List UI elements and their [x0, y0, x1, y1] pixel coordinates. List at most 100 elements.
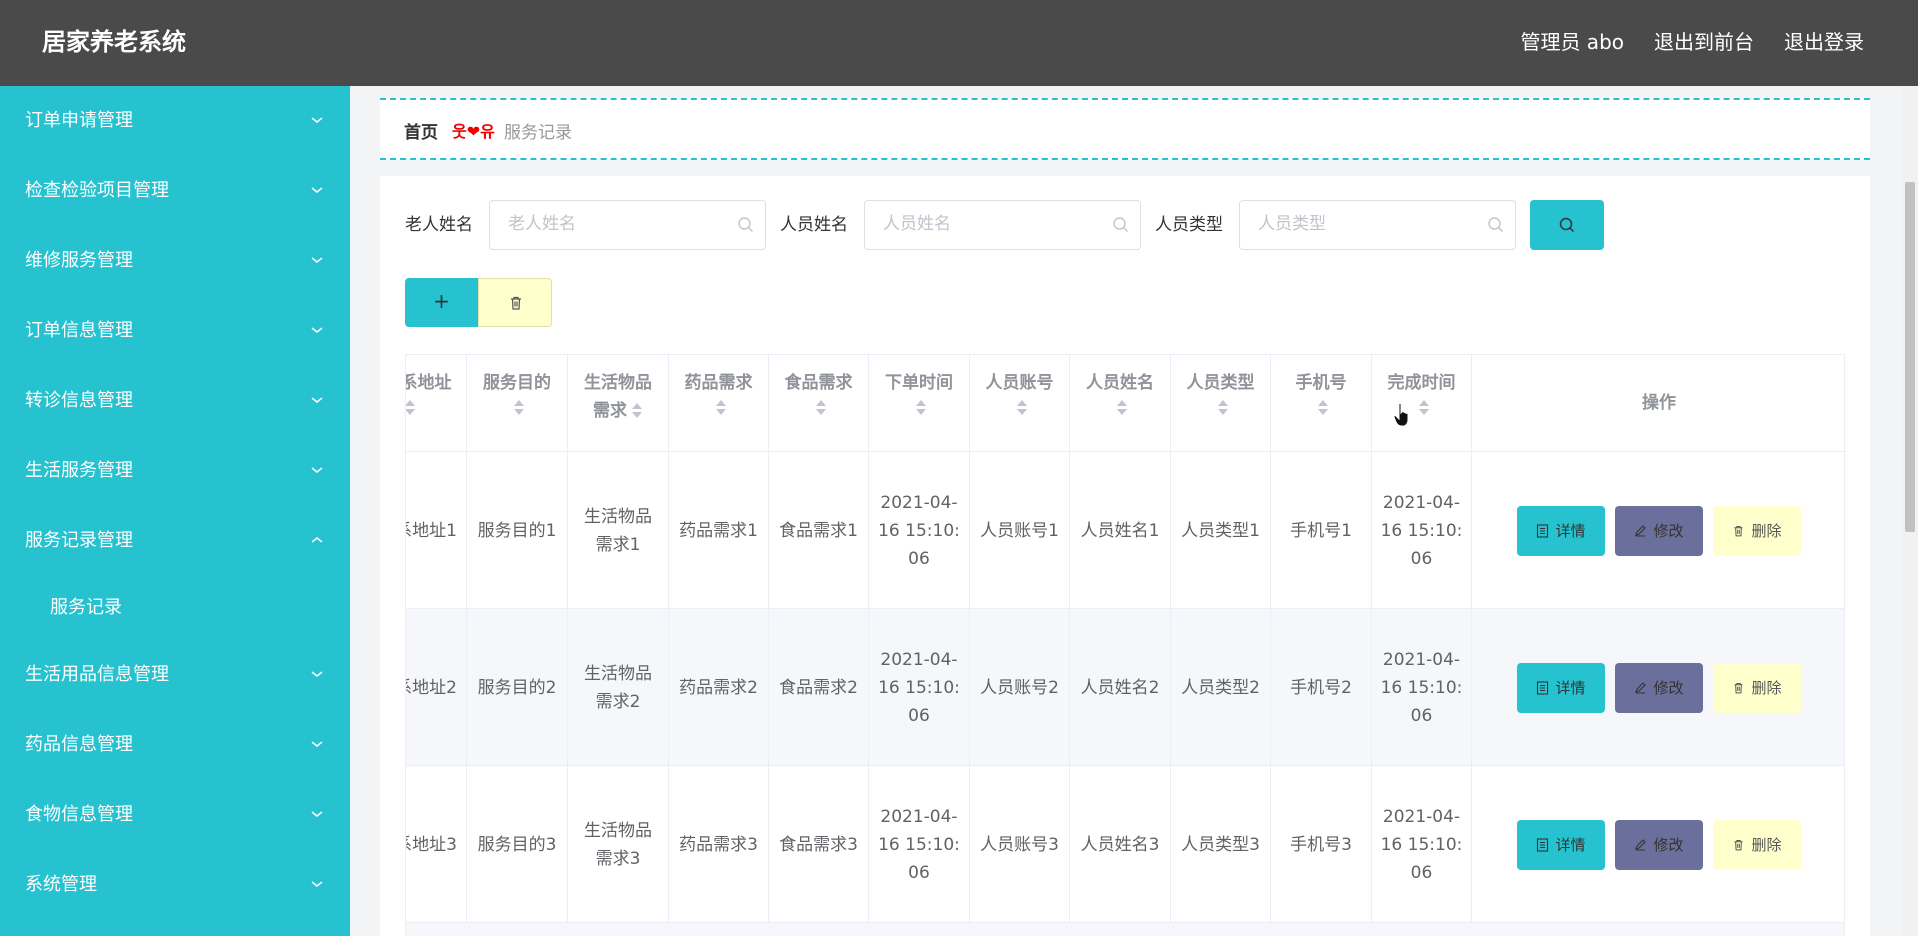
edit-button[interactable]: 修改: [1615, 662, 1703, 713]
table-header: 系地址 服务目的 生活物品 需求 药品需求 食品需求 下单时间 人员账号 人员姓…: [406, 355, 1844, 452]
sidebar-item-system[interactable]: 系统管理: [0, 850, 350, 920]
sort-icon[interactable]: [1317, 399, 1329, 417]
search-icon: [1112, 216, 1130, 238]
chevron-down-icon: [310, 255, 324, 265]
sidebar-item-order-info[interactable]: 订单信息管理: [0, 296, 350, 366]
sort-icon[interactable]: [631, 402, 643, 420]
elder-name-field[interactable]: [489, 200, 766, 250]
detail-button[interactable]: 详情: [1517, 662, 1605, 713]
col-staff-name[interactable]: 人员姓名: [1070, 355, 1171, 452]
cell-staff-name: 人员姓名3: [1080, 834, 1160, 855]
col-medicine[interactable]: 药品需求: [669, 355, 769, 452]
batch-delete-button[interactable]: [478, 278, 552, 327]
sidebar-item-label: 食物信息管理: [25, 804, 133, 825]
col-operations: 操作: [1472, 355, 1844, 452]
cell-staff-name: 人员姓名1: [1080, 520, 1160, 541]
sidebar-item-label: 药品信息管理: [25, 734, 133, 755]
cell-staff-type: 人员类型2: [1181, 677, 1260, 698]
page-scrollbar[interactable]: [1902, 86, 1918, 936]
cell-finish-time: 2021-04-16 15:10:06: [1380, 649, 1463, 726]
cell-order-time: 2021-04-16 15:10:06: [878, 806, 960, 883]
sidebar-item-service-records[interactable]: 服务记录管理: [0, 506, 350, 576]
staff-name-field[interactable]: [864, 200, 1141, 250]
sort-icon[interactable]: [513, 399, 525, 417]
sidebar-subitem-service-record[interactable]: 服务记录: [0, 576, 350, 640]
edit-button-label: 修改: [1653, 679, 1684, 697]
col-purpose[interactable]: 服务目的: [467, 355, 568, 452]
trash-icon: [1734, 525, 1744, 536]
sidebar-item-label: 检查检验项目管理: [25, 180, 169, 201]
table-row-partial: [406, 923, 1844, 936]
exit-to-frontend-link[interactable]: 退出到前台: [1654, 26, 1754, 58]
sort-icon[interactable]: [1116, 399, 1128, 417]
chevron-down-icon: [310, 669, 324, 679]
elder-name-input[interactable]: [508, 201, 738, 247]
cell-purpose: 服务目的1: [477, 520, 557, 541]
sort-icon[interactable]: [715, 399, 727, 417]
sort-icon[interactable]: [815, 399, 827, 417]
sidebar-item-referral-info[interactable]: 转诊信息管理: [0, 366, 350, 436]
staff-type-input[interactable]: [1258, 201, 1488, 247]
logout-link[interactable]: 退出登录: [1784, 26, 1864, 58]
delete-button-label: 删除: [1751, 522, 1782, 540]
col-order-time[interactable]: 下单时间: [869, 355, 970, 452]
sidebar-item-inspection-items[interactable]: 检查检验项目管理: [0, 156, 350, 226]
sort-icon[interactable]: [1418, 399, 1430, 417]
cell-account: 人员账号3: [980, 834, 1059, 855]
sidebar-item-repair-service[interactable]: 维修服务管理: [0, 226, 350, 296]
col-phone[interactable]: 手机号: [1271, 355, 1372, 452]
delete-button[interactable]: 删除: [1713, 662, 1801, 713]
sidebar-item-order-application[interactable]: 订单申请管理: [0, 86, 350, 156]
sort-icon[interactable]: [406, 399, 416, 417]
cell-medicine: 药品需求2: [679, 677, 758, 698]
sort-icon[interactable]: [915, 399, 927, 417]
col-food[interactable]: 食品需求: [769, 355, 869, 452]
sort-icon[interactable]: [1217, 399, 1229, 417]
sidebar-item-food-info[interactable]: 食物信息管理: [0, 780, 350, 850]
detail-button[interactable]: 详情: [1517, 505, 1605, 556]
staff-name-input[interactable]: [883, 201, 1113, 247]
breadcrumb-home[interactable]: 首页: [404, 118, 438, 143]
col-address[interactable]: 系地址: [406, 355, 467, 452]
col-finish-time[interactable]: 完成时间: [1372, 355, 1472, 452]
service-record-table: 系地址 服务目的 生活物品 需求 药品需求 食品需求 下单时间 人员账号 人员姓…: [405, 354, 1845, 936]
cell-medicine: 药品需求3: [679, 834, 758, 855]
chevron-down-icon: [310, 739, 324, 749]
delete-button-label: 删除: [1751, 679, 1782, 697]
sidebar-item-living-service[interactable]: 生活服务管理: [0, 436, 350, 506]
trash-icon: [1734, 682, 1744, 693]
detail-button[interactable]: 详情: [1517, 819, 1605, 870]
cell-food: 食品需求1: [779, 520, 858, 541]
cell-living-needs: 生活物品需求3: [584, 820, 652, 869]
edit-button[interactable]: 修改: [1615, 819, 1703, 870]
pencil-icon: [1635, 525, 1647, 537]
add-button[interactable]: +: [405, 278, 478, 327]
delete-button[interactable]: 删除: [1713, 819, 1801, 870]
sort-icon[interactable]: [1016, 399, 1028, 417]
table-row: 系地址3 服务目的3 生活物品需求3 药品需求3 食品需求3 2021-04-1…: [406, 766, 1844, 923]
delete-button[interactable]: 删除: [1713, 505, 1801, 556]
cell-living-needs: 生活物品需求2: [584, 663, 652, 712]
col-header-label: 操作: [1642, 393, 1676, 413]
cell-account: 人员账号2: [980, 677, 1059, 698]
cell-phone: 手机号1: [1290, 520, 1352, 541]
col-header-label: 服务目的: [483, 373, 551, 393]
col-staff-type[interactable]: 人员类型: [1171, 355, 1271, 452]
sidebar-item-label: 订单信息管理: [25, 320, 133, 341]
sidebar-item-medicine-info[interactable]: 药品信息管理: [0, 710, 350, 780]
scrollbar-thumb[interactable]: [1905, 182, 1915, 532]
staff-name-label: 人员姓名: [780, 215, 848, 235]
cell-staff-type: 人员类型1: [1181, 520, 1260, 541]
search-button[interactable]: [1530, 200, 1604, 250]
sidebar-item-label: 转诊信息管理: [25, 390, 133, 411]
staff-type-field[interactable]: [1239, 200, 1516, 250]
col-account[interactable]: 人员账号: [970, 355, 1070, 452]
document-icon: [1537, 523, 1549, 538]
chevron-down-icon: [310, 325, 324, 335]
cell-account: 人员账号1: [980, 520, 1059, 541]
edit-button[interactable]: 修改: [1615, 505, 1703, 556]
col-living-needs[interactable]: 生活物品 需求: [568, 355, 669, 452]
breadcrumb-separator: 웃❤유: [452, 122, 495, 141]
col-header-label: 下单时间: [885, 373, 953, 393]
sidebar-item-supplies-info[interactable]: 生活用品信息管理: [0, 640, 350, 710]
